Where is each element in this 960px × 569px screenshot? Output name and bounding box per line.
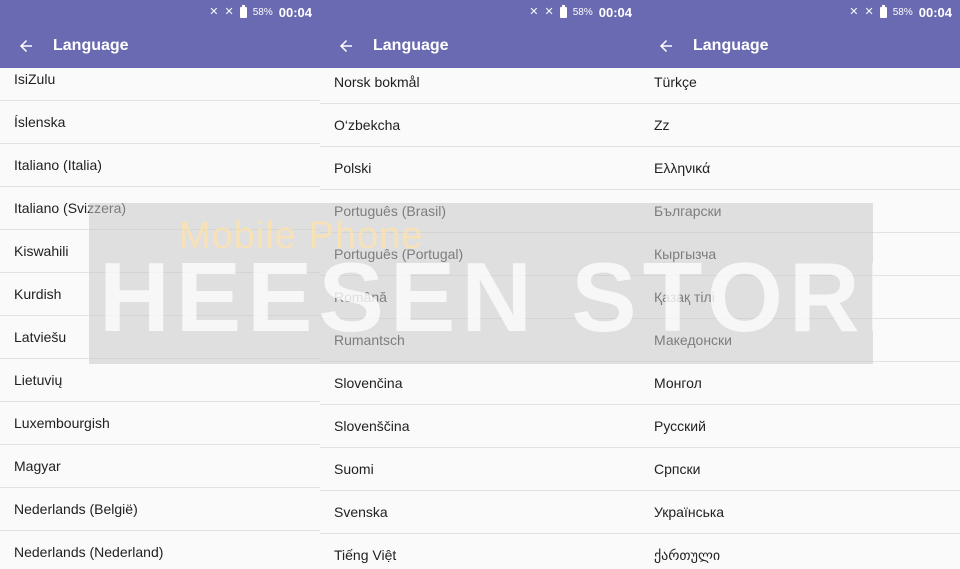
language-item[interactable]: O‘zbekcha <box>320 104 640 147</box>
battery-percent: 58% <box>892 6 913 18</box>
language-item[interactable]: Rumantsch <box>320 319 640 362</box>
language-item[interactable]: Tiếng Việt <box>320 534 640 569</box>
language-item[interactable]: Русский <box>640 405 960 448</box>
no-signal-icon: ✕ <box>849 5 859 18</box>
language-item[interactable]: Norsk bokmål <box>320 61 640 104</box>
language-list: IsiZulu Íslenska Italiano (Italia) Itali… <box>0 58 320 569</box>
language-item[interactable]: Lietuvių <box>0 359 320 402</box>
status-bar: ✕ ✕ 58% 00:04 <box>640 0 960 24</box>
clock: 00:04 <box>598 4 632 20</box>
language-item[interactable]: ქართული <box>640 534 960 569</box>
language-item[interactable]: Italiano (Italia) <box>0 144 320 187</box>
language-item[interactable]: Български <box>640 190 960 233</box>
clock: 00:04 <box>278 4 312 20</box>
status-bar: ✕ ✕ 58% 00:04 <box>0 0 320 24</box>
language-item[interactable]: Nederlands (Nederland) <box>0 531 320 569</box>
page-title: Language <box>373 37 449 54</box>
language-item[interactable]: Português (Portugal) <box>320 233 640 276</box>
page-title: Language <box>693 37 769 54</box>
language-item[interactable]: Magyar <box>0 445 320 488</box>
language-item[interactable]: IsiZulu <box>0 58 320 101</box>
language-item[interactable]: Македонски <box>640 319 960 362</box>
language-item[interactable]: Svenska <box>320 491 640 534</box>
language-item[interactable]: Zz <box>640 104 960 147</box>
no-sim-icon: ✕ <box>544 5 554 18</box>
language-item[interactable]: Ελληνικά <box>640 147 960 190</box>
language-item[interactable]: Slovenščina <box>320 405 640 448</box>
back-arrow-icon[interactable] <box>654 34 678 58</box>
back-arrow-icon[interactable] <box>334 34 358 58</box>
language-item[interactable]: Kurdish <box>0 273 320 316</box>
battery-icon <box>879 4 887 18</box>
battery-percent: 58% <box>252 6 273 18</box>
clock: 00:04 <box>918 4 952 20</box>
no-sim-icon: ✕ <box>864 5 874 18</box>
language-item[interactable]: Italiano (Svizzera) <box>0 187 320 230</box>
language-screen-1: ✕ ✕ 58% 00:04 Language IsiZulu Íslenska … <box>0 0 320 569</box>
battery-icon <box>559 4 567 18</box>
screens-row: ✕ ✕ 58% 00:04 Language IsiZulu Íslenska … <box>0 0 960 569</box>
language-screen-3: ✕ ✕ 58% 00:04 Language Türkçe Zz Ελληνικ… <box>640 0 960 569</box>
language-item[interactable]: Íslenska <box>0 101 320 144</box>
language-item[interactable]: Slovenčina <box>320 362 640 405</box>
language-item[interactable]: Українська <box>640 491 960 534</box>
no-sim-icon: ✕ <box>224 5 234 18</box>
no-signal-icon: ✕ <box>529 5 539 18</box>
language-item[interactable]: Polski <box>320 147 640 190</box>
language-item[interactable]: Português (Brasil) <box>320 190 640 233</box>
language-item[interactable]: Српски <box>640 448 960 491</box>
back-arrow-icon[interactable] <box>14 34 38 58</box>
language-item[interactable]: Suomi <box>320 448 640 491</box>
language-list: Norsk bokmål O‘zbekcha Polski Português … <box>320 61 640 569</box>
language-item[interactable]: Kiswahili <box>0 230 320 273</box>
language-screen-2: ✕ ✕ 58% 00:04 Language Norsk bokmål O‘zb… <box>320 0 640 569</box>
language-list: Türkçe Zz Ελληνικά Български Кыргызча Қа… <box>640 61 960 569</box>
page-title: Language <box>53 37 129 54</box>
language-item[interactable]: Türkçe <box>640 61 960 104</box>
language-item[interactable]: Қазақ тілі <box>640 276 960 319</box>
language-item[interactable]: Română <box>320 276 640 319</box>
battery-icon <box>239 4 247 18</box>
status-bar: ✕ ✕ 58% 00:04 <box>320 0 640 24</box>
language-item[interactable]: Монгол <box>640 362 960 405</box>
no-signal-icon: ✕ <box>209 5 219 18</box>
language-item[interactable]: Latviešu <box>0 316 320 359</box>
language-item[interactable]: Кыргызча <box>640 233 960 276</box>
language-item[interactable]: Nederlands (België) <box>0 488 320 531</box>
battery-percent: 58% <box>572 6 593 18</box>
language-item[interactable]: Luxembourgish <box>0 402 320 445</box>
